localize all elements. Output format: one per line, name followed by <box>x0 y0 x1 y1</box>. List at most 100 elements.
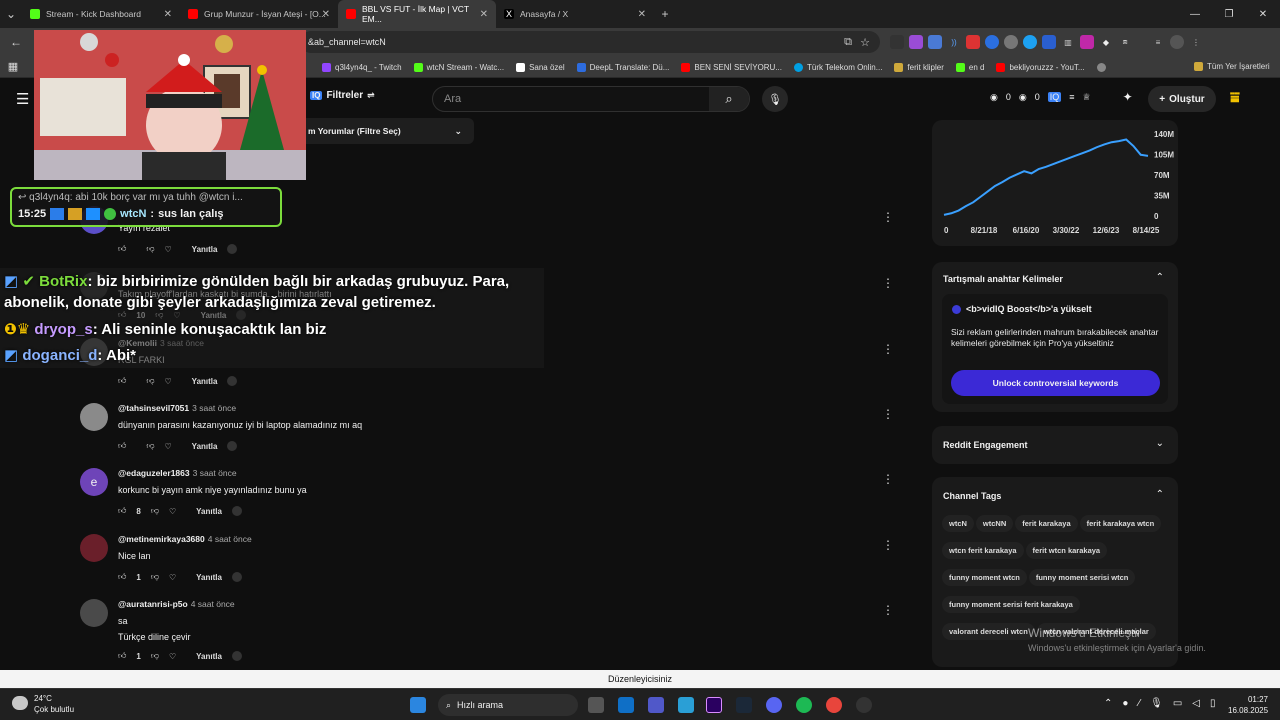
extension-icon[interactable] <box>985 35 999 49</box>
thumbs-down-icon[interactable]: 👎︎ <box>146 441 154 451</box>
app-icon[interactable] <box>678 697 694 713</box>
close-icon[interactable]: ✕ <box>164 9 172 20</box>
heart-icon[interactable]: ♡ <box>165 377 172 386</box>
weather-widget[interactable]: 24°C Çok bulutlu <box>12 693 74 715</box>
spotify-icon[interactable] <box>796 697 812 713</box>
channel-tag[interactable]: ferit karakaya wtcn <box>1079 515 1162 532</box>
extension-icon[interactable] <box>1004 35 1018 49</box>
thumbs-up-icon[interactable]: 👍︎ <box>118 572 126 582</box>
vidiq-reply-icon[interactable] <box>231 651 242 661</box>
thumbs-down-icon[interactable]: 👎︎ <box>151 506 159 516</box>
notification-logo-icon[interactable]: ⩸ <box>1230 90 1240 108</box>
extension-icon[interactable] <box>890 35 904 49</box>
task-view-icon[interactable] <box>588 697 604 713</box>
new-tab-button[interactable]: + <box>654 3 676 25</box>
outlook-icon[interactable] <box>618 697 634 713</box>
tab-kick-dashboard[interactable]: Stream - Kick Dashboard ✕ <box>22 0 180 28</box>
comment-author[interactable]: @auratanrisi-p5o <box>118 599 188 609</box>
extensions-puzzle-icon[interactable]: ⧈ <box>1118 35 1132 49</box>
url-field[interactable]: &ab_channel=wtcN ⧉ ☆ <box>300 31 880 53</box>
translate-icon[interactable] <box>928 35 942 49</box>
extension-icon[interactable] <box>909 35 923 49</box>
comment-author[interactable]: @metinemirkaya3680 <box>118 534 205 544</box>
clock[interactable]: 01:27 16.08.2025 <box>1228 694 1268 716</box>
heart-icon[interactable]: ♡ <box>169 507 176 516</box>
avatar[interactable] <box>80 534 108 562</box>
app-icon[interactable] <box>856 697 872 713</box>
reply-button[interactable]: Yanıtla <box>196 652 222 661</box>
bookmark-item[interactable]: Türk Telekom Onlin... <box>793 62 882 72</box>
thumbs-up-icon[interactable]: 👍︎ <box>118 376 126 386</box>
chevron-down-icon[interactable]: ⌄ <box>1156 438 1164 449</box>
thumbs-up-icon[interactable]: 👍︎ <box>118 651 126 661</box>
channel-tag[interactable]: wtcNN <box>975 515 1014 532</box>
kebab-menu-icon[interactable]: ⋮ <box>882 276 894 290</box>
extension-icon[interactable]: ▥ <box>1061 35 1075 49</box>
thumbs-up-icon[interactable]: 👍︎ <box>118 441 126 451</box>
close-icon[interactable]: ✕ <box>638 9 646 20</box>
channel-tag[interactable]: valorant dereceli wtcn <box>942 623 1035 640</box>
comment-sort-select[interactable]: m Yorumlar (Filtre Seç) ⌄ <box>300 118 474 144</box>
trophy-icon[interactable]: ♕ <box>1083 92 1091 103</box>
maximize-icon[interactable]: ❐ <box>1212 0 1246 28</box>
all-bookmarks-folder[interactable]: Tüm Yer İşaretleri <box>1194 62 1270 71</box>
search-input[interactable]: Ara <box>444 93 461 105</box>
windows-start-icon[interactable] <box>410 697 426 713</box>
channel-tag[interactable]: ferit karakaya <box>1015 515 1078 532</box>
reply-button[interactable]: Yanıtla <box>192 377 218 386</box>
tab-grup-munzur[interactable]: Grup Munzur - İsyan Ateşi - [O... ✕ <box>180 0 338 28</box>
menu-lines-icon[interactable]: ≡ <box>1151 35 1165 49</box>
bookmark-star-icon[interactable]: ☆ <box>860 36 870 49</box>
thumbs-down-icon[interactable]: 👎︎ <box>151 572 159 582</box>
unlock-keywords-button[interactable]: Unlock controversial keywords <box>951 370 1160 396</box>
comment-time[interactable]: 4 saat önce <box>191 599 235 609</box>
avatar[interactable]: e <box>80 468 108 496</box>
kebab-menu-icon[interactable]: ⋮ <box>882 407 894 421</box>
thumbs-up-icon[interactable]: 👍︎ <box>118 506 126 516</box>
tab-list-button[interactable]: ⌄ <box>0 3 22 25</box>
bookmark-item[interactable]: q3l4yn4q_ - Twitch <box>322 62 402 72</box>
voice-search-button[interactable]: 🎙 <box>762 86 788 112</box>
minimize-icon[interactable]: — <box>1178 0 1212 28</box>
thumbs-down-icon[interactable]: 👎︎ <box>146 376 154 386</box>
search-button[interactable]: ⌕ <box>709 87 749 111</box>
create-button[interactable]: + Oluştur <box>1148 86 1216 112</box>
reply-button[interactable]: Yanıtla <box>196 573 222 582</box>
thumbs-down-icon[interactable]: 👎︎ <box>146 244 154 254</box>
search-box[interactable]: Ara ⌕ <box>432 86 750 112</box>
bookmark-item[interactable]: en d <box>955 62 984 72</box>
heart-icon[interactable]: ♡ <box>169 573 176 582</box>
avatar[interactable] <box>80 599 108 627</box>
tray-app-icon[interactable]: ● <box>1122 698 1128 709</box>
chrome-icon[interactable] <box>826 697 842 713</box>
bookmark-item[interactable] <box>1096 62 1110 72</box>
comment-time[interactable]: 4 saat önce <box>208 534 252 544</box>
audio-icon[interactable]: )) <box>947 35 961 49</box>
close-icon[interactable]: ✕ <box>322 9 330 20</box>
steam-icon[interactable] <box>736 697 752 713</box>
volume-icon[interactable]: ◁ <box>1192 698 1200 709</box>
install-icon[interactable]: ⧉ <box>844 36 852 49</box>
extension-icon[interactable] <box>1080 35 1094 49</box>
vidiq-reply-icon[interactable] <box>231 506 242 516</box>
vidiq-reply-icon[interactable] <box>231 572 242 582</box>
vidiq-reply-icon[interactable] <box>227 244 238 254</box>
extension-icon[interactable] <box>1042 35 1056 49</box>
comment-time[interactable]: 3 saat önce <box>193 468 237 478</box>
tab-x-home[interactable]: X Anasayfa / X ✕ <box>496 0 654 28</box>
kebab-menu-icon[interactable]: ⋮ <box>882 603 894 617</box>
hamburger-menu-icon[interactable]: ☰ <box>16 90 29 108</box>
network-icon[interactable]: ▭ <box>1173 698 1182 709</box>
back-icon[interactable]: ← <box>10 35 22 49</box>
heart-icon[interactable]: ♡ <box>169 652 176 661</box>
kebab-menu-icon[interactable]: ⋮ <box>882 472 894 486</box>
reply-button[interactable]: Yanıtla <box>192 442 218 451</box>
extension-icon[interactable] <box>966 35 980 49</box>
extension-icon[interactable]: ◆ <box>1099 35 1113 49</box>
vidiq-reply-icon[interactable] <box>227 376 238 386</box>
channel-tag[interactable]: funny moment serisi wtcn <box>1028 569 1136 586</box>
heart-icon[interactable]: ♡ <box>165 245 172 254</box>
chevron-up-icon[interactable]: ⌃ <box>1156 272 1164 283</box>
kebab-menu-icon[interactable]: ⋮ <box>882 342 894 356</box>
comment-author[interactable]: @edaguzeler1863 <box>118 468 190 478</box>
